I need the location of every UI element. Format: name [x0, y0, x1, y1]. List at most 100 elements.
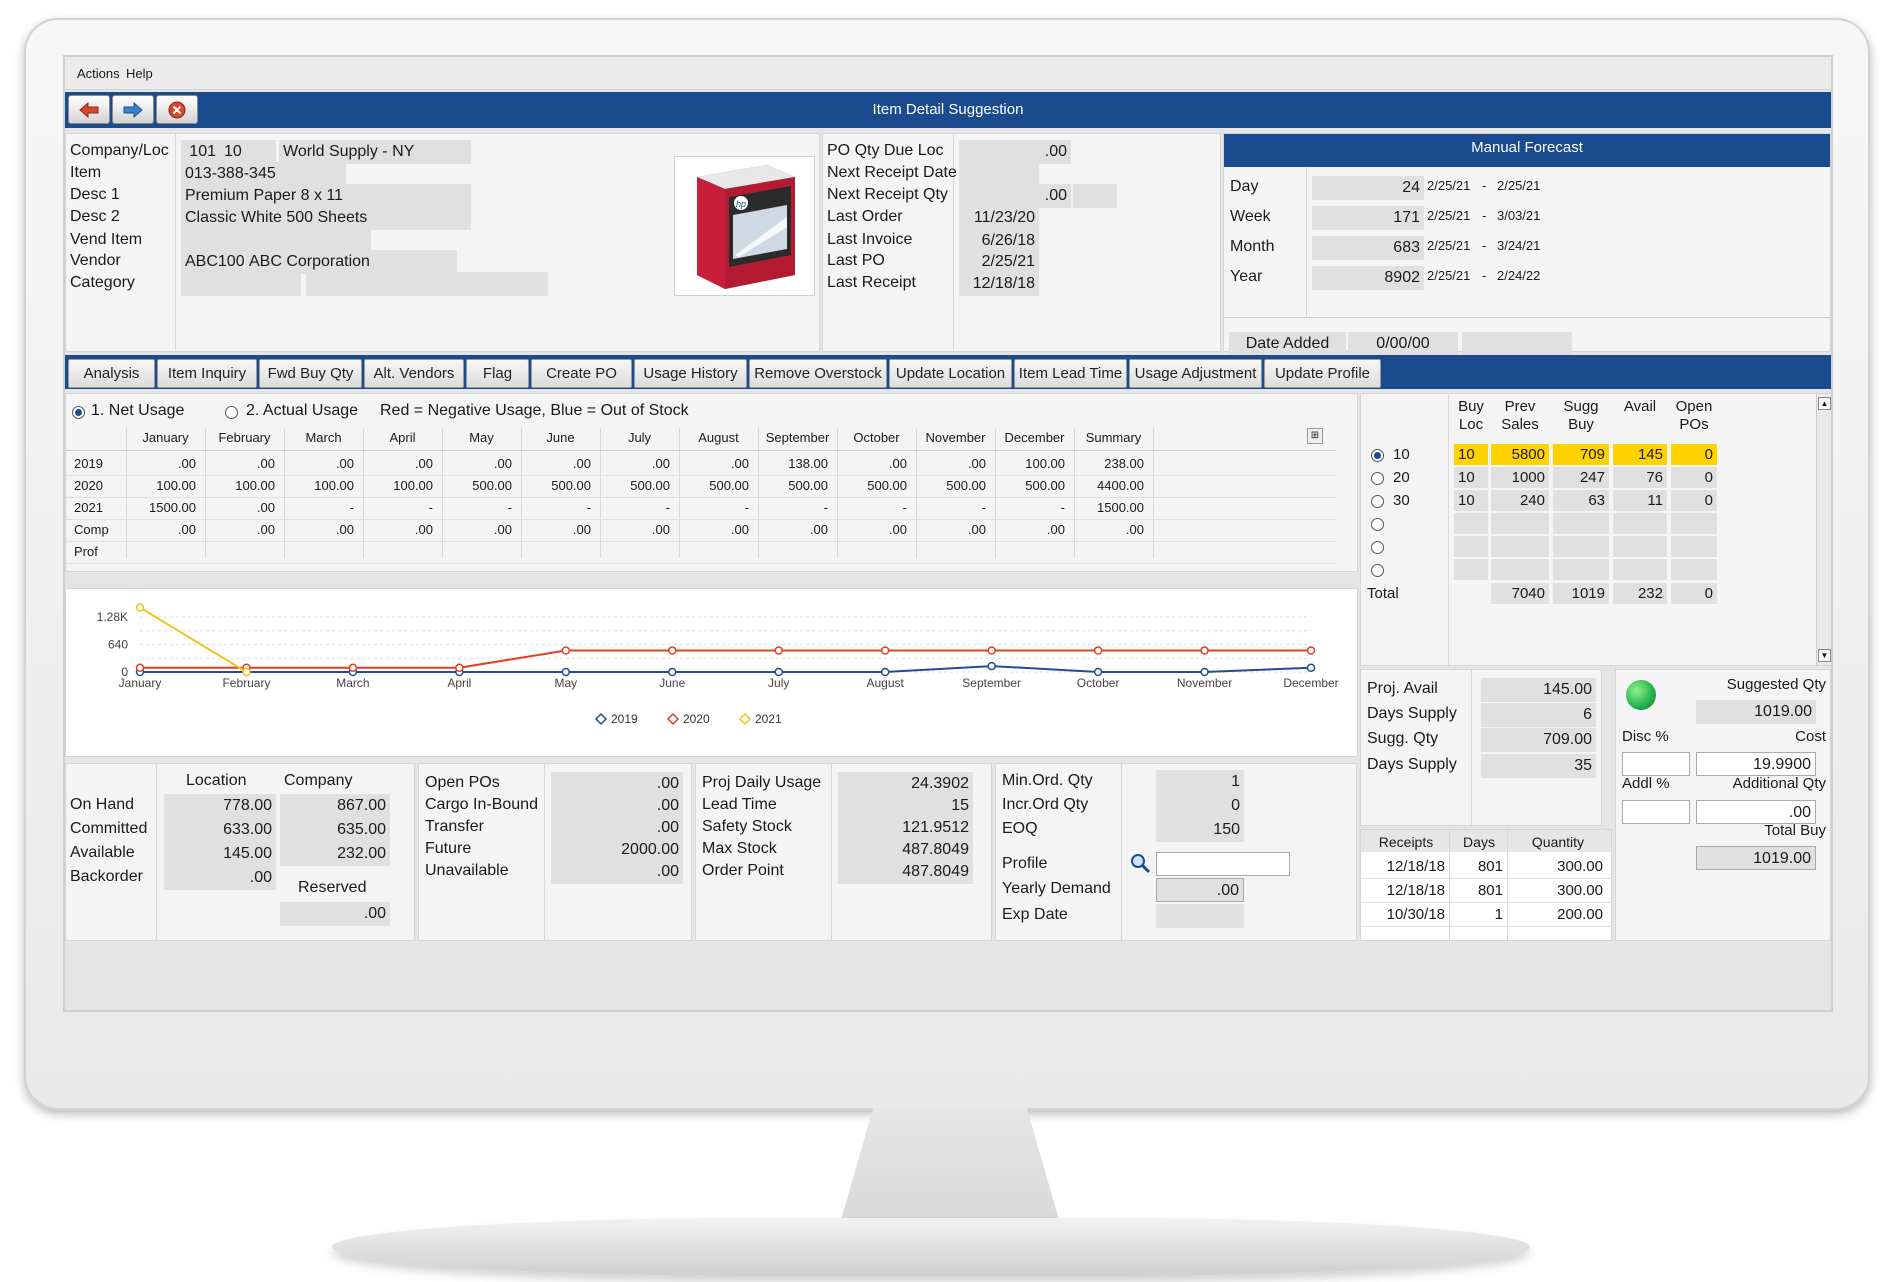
- tab-remove-overstock[interactable]: Remove Overstock: [749, 359, 887, 388]
- usage-color-legend: Red = Negative Usage, Blue = Out of Stoc…: [380, 402, 689, 419]
- usage-cell: .00: [651, 456, 670, 471]
- loc-radio[interactable]: [1371, 541, 1384, 554]
- days-supply-label: Days Supply: [1367, 705, 1457, 722]
- forecast-2-from: 2/25/21: [1427, 238, 1471, 253]
- item-field[interactable]: 013-388-345: [181, 162, 346, 186]
- vendor-code-field[interactable]: ABC100: [181, 250, 244, 274]
- loc-radio[interactable]: [1371, 564, 1384, 577]
- title-bar: Item Detail Suggestion: [65, 92, 1831, 128]
- loc-field[interactable]: 10: [220, 140, 276, 164]
- planning-rows-value: 24.3902: [838, 772, 973, 796]
- loc-cell: 10: [1454, 444, 1488, 465]
- forecast-1-dash: -: [1482, 208, 1487, 223]
- usage-cell: 100.00: [1025, 456, 1065, 471]
- tab-alt-vendors[interactable]: Alt. Vendors: [364, 359, 464, 388]
- y-tick-label: 1.28K: [97, 610, 128, 624]
- series-point-2020: [880, 646, 890, 655]
- series-point-2020: [1200, 646, 1209, 655]
- grid-col-line: [995, 428, 996, 558]
- forecast-1-from: 2/25/21: [1427, 208, 1471, 223]
- actual-usage-radio[interactable]: [225, 406, 238, 419]
- tab-analysis[interactable]: Analysis: [68, 359, 155, 388]
- stock-company-value: 867.00: [280, 794, 390, 818]
- series-point-2019: [668, 667, 677, 677]
- loc-radio[interactable]: [1371, 449, 1384, 462]
- grid-col-line: [363, 428, 364, 558]
- forecast-2-label: Month: [1230, 238, 1275, 255]
- series-point-2020: [561, 646, 571, 655]
- suggestion-panel: Suggested Qty 1019.00 Disc % Cost 19.990…: [1615, 669, 1831, 941]
- menu-help[interactable]: Help: [126, 66, 153, 81]
- usage-cell: .00: [809, 522, 828, 537]
- additional-qty-input[interactable]: .00: [1696, 800, 1816, 824]
- usage-cell: 500.00: [946, 478, 986, 493]
- series-point-2020: [1093, 646, 1103, 655]
- order-rows-label: Min.Ord. Qty: [1002, 772, 1093, 789]
- grid-col-line: [442, 428, 443, 558]
- loc-cell: [1613, 513, 1667, 534]
- forecast-3-from: 2/25/21: [1427, 268, 1471, 283]
- usage-cell: -: [428, 500, 433, 515]
- tab-usage-adjustment[interactable]: Usage Adjustment: [1129, 359, 1262, 388]
- receipt-cell: 12/18/18: [1386, 858, 1445, 875]
- receipt-row-line: [1361, 926, 1611, 927]
- projection-panel: Proj. Avail Days Supply Sugg. Qty Days S…: [1360, 669, 1602, 826]
- x-tick-label: December: [1283, 676, 1338, 690]
- series-point-2020: [774, 646, 783, 655]
- x-tick-label: November: [1177, 676, 1232, 690]
- search-icon[interactable]: [1129, 852, 1151, 879]
- loc-header: Sugg Buy: [1563, 398, 1599, 433]
- grid-col-line: [1153, 428, 1154, 558]
- tab-item-lead-time[interactable]: Item Lead Time: [1014, 359, 1127, 388]
- locations-panel: ▲ ▼ Buy Loc Prev Sales Sugg Buy Avail Open P…: [1360, 393, 1831, 666]
- company-field[interactable]: 101: [181, 140, 220, 164]
- x-tick-label: October: [1077, 676, 1120, 690]
- cost-input[interactable]: 19.9900: [1696, 752, 1816, 776]
- loc-cell: [1613, 559, 1667, 580]
- loc-radio[interactable]: [1371, 472, 1384, 485]
- legend-label-2020: 2020: [683, 712, 710, 726]
- month-header: November: [925, 430, 986, 445]
- usage-cell: .00: [335, 522, 354, 537]
- tab-fwd-buy-qty[interactable]: Fwd Buy Qty: [259, 359, 362, 388]
- tab-flag[interactable]: Flag: [466, 359, 529, 388]
- loc-radio[interactable]: [1371, 495, 1384, 508]
- loc-radio-label: 30: [1393, 492, 1410, 509]
- disc-input[interactable]: [1622, 752, 1690, 776]
- tab-update-location[interactable]: Update Location: [889, 359, 1012, 388]
- receipt-cell: 801: [1477, 858, 1503, 875]
- profile-input[interactable]: [1156, 852, 1290, 876]
- days-supply-field: 6: [1481, 703, 1596, 727]
- planning-panel: Proj Daily Usage 24.3902 Lead Time 15 Safety…: [695, 763, 992, 941]
- exp-date-field: [1156, 904, 1244, 928]
- forecast-1-label: Week: [1230, 208, 1271, 225]
- usage-cell: .00: [177, 522, 196, 537]
- loc-radio[interactable]: [1371, 518, 1384, 531]
- locations-scrollbar[interactable]: ▲ ▼: [1816, 394, 1831, 665]
- loc-cell: [1454, 559, 1488, 580]
- grid-col-line: [1074, 428, 1075, 558]
- month-header: July: [627, 430, 652, 445]
- usage-cell: .00: [493, 456, 512, 471]
- tab-item-inquiry[interactable]: Item Inquiry: [157, 359, 257, 388]
- inbound-rows-value: 2000.00: [551, 838, 683, 862]
- inbound-rows-value: .00: [551, 860, 683, 884]
- menu-actions[interactable]: Actions: [77, 66, 120, 81]
- tab-create-po[interactable]: Create PO: [531, 359, 632, 388]
- category-label: Category: [70, 274, 135, 291]
- loc-cell: [1553, 559, 1609, 580]
- tab-usage-history[interactable]: Usage History: [634, 359, 747, 388]
- scroll-down-icon[interactable]: ▼: [1818, 649, 1831, 662]
- loc-cell: 10: [1454, 490, 1488, 511]
- usage-cell: .00: [888, 456, 907, 471]
- next-receipt-date-label: Next Receipt Date: [827, 164, 957, 181]
- addl-input[interactable]: [1622, 800, 1690, 824]
- category-field-2: [306, 272, 548, 296]
- usage-row-label: Prof: [74, 544, 98, 559]
- usage-cell: 100.00: [393, 478, 433, 493]
- loc-cell: [1491, 513, 1549, 534]
- net-usage-radio[interactable]: [72, 406, 85, 419]
- inbound-rows-value: .00: [551, 816, 683, 840]
- scroll-up-icon[interactable]: ▲: [1818, 397, 1831, 410]
- tab-update-profile[interactable]: Update Profile: [1264, 359, 1381, 388]
